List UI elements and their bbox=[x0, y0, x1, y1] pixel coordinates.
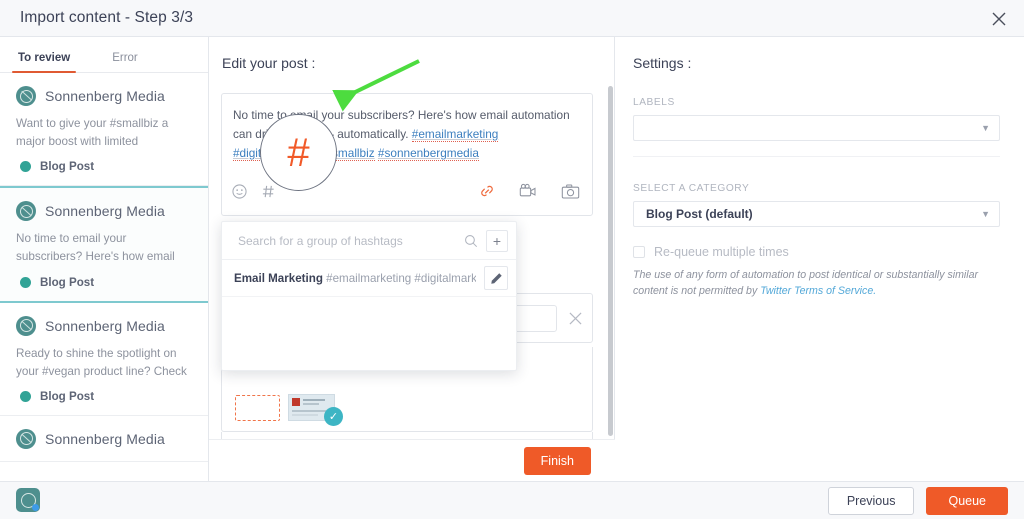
requeue-checkbox[interactable] bbox=[633, 246, 645, 258]
hashtag-group-name: Email Marketing bbox=[234, 271, 323, 285]
category-select[interactable]: Blog Post (default) ▼ bbox=[633, 201, 1000, 227]
settings-divider bbox=[633, 156, 1000, 157]
queue-button[interactable]: Queue bbox=[926, 486, 1008, 515]
remove-link-icon[interactable] bbox=[569, 312, 582, 325]
list-item[interactable]: Email Marketing #emailmarketing #digital… bbox=[222, 260, 516, 297]
list-item-snippet: Want to give your #smallbiz a major boos… bbox=[16, 117, 169, 149]
page-title: Import content - Step 3/3 bbox=[20, 9, 194, 26]
post-textarea[interactable]: No time to email your subscribers? Here'… bbox=[222, 94, 592, 167]
status-dot bbox=[20, 276, 31, 288]
hashtag-smallbiz: #smallbiz bbox=[325, 146, 375, 162]
tab-error[interactable]: Error bbox=[102, 52, 148, 72]
hashtag-search-input[interactable] bbox=[238, 233, 456, 248]
list-item-snippet: Ready to shine the spotlight on your #ve… bbox=[16, 346, 187, 378]
sidebar-tabs: To review Error bbox=[0, 37, 208, 73]
list-item[interactable]: Sonnenberg Media Want to give your #smal… bbox=[0, 73, 208, 187]
category-field-label: SELECT A CATEGORY bbox=[633, 183, 750, 194]
hashtag-group-text: Email Marketing #emailmarketing #digital… bbox=[234, 272, 476, 285]
editor-scrollbar[interactable] bbox=[608, 86, 613, 436]
emoji-icon[interactable] bbox=[232, 184, 247, 199]
hashtag-digitalmarketing: #digitalmarketing bbox=[233, 146, 323, 162]
previous-button[interactable]: Previous bbox=[827, 486, 915, 515]
hashtag-icon[interactable] bbox=[261, 184, 276, 199]
verified-badge bbox=[32, 504, 39, 511]
thumb-part bbox=[303, 399, 325, 401]
chevron-down-icon: ▼ bbox=[981, 209, 990, 219]
compose-box: No time to email your subscribers? Here'… bbox=[221, 93, 593, 217]
thumb-part bbox=[303, 403, 319, 405]
settings-title: Settings : bbox=[633, 55, 692, 71]
link-icon[interactable] bbox=[478, 182, 496, 200]
chevron-down-icon: ▼ bbox=[981, 123, 990, 133]
status-dot bbox=[20, 161, 31, 173]
avatar bbox=[16, 315, 36, 336]
list-item[interactable]: Sonnenberg Media No time to email your s… bbox=[0, 186, 208, 303]
list-item-snippet: No time to email your subscribers? Here'… bbox=[16, 232, 175, 264]
automation-disclaimer: The use of any form of automation to pos… bbox=[633, 268, 1000, 300]
dialog-titlebar: Import content - Step 3/3 bbox=[0, 0, 1024, 37]
import-content-dialog: Import content - Step 3/3 To review Erro… bbox=[0, 0, 1024, 519]
list-item-category: Blog Post bbox=[40, 160, 95, 174]
post-head: Sonnenberg Media bbox=[16, 201, 192, 222]
hashtag-emailmarketing: #emailmarketing bbox=[411, 127, 499, 143]
list-item-account: Sonnenberg Media bbox=[45, 317, 165, 334]
media-dropzone[interactable] bbox=[235, 395, 280, 421]
hashtag-group-tags: #emailmarketing #digitalmarketi... bbox=[326, 271, 476, 285]
hashtag-group-popup: + Email Marketing #emailmarketing #digit… bbox=[221, 221, 517, 371]
list-item-account: Sonnenberg Media bbox=[45, 203, 165, 220]
requeue-row: Re-queue multiple times bbox=[633, 245, 1000, 259]
editor-action-bar: Finish bbox=[209, 439, 615, 481]
list-item-account: Sonnenberg Media bbox=[45, 88, 165, 104]
pencil-icon[interactable] bbox=[484, 266, 508, 290]
requeue-label: Re-queue multiple times bbox=[654, 245, 789, 259]
list-item-category: Blog Post bbox=[40, 275, 95, 289]
thumb-part bbox=[292, 398, 300, 406]
list-item-meta: Blog Post bbox=[16, 276, 192, 289]
hashtag-search-row: + bbox=[222, 222, 516, 260]
dialog-footer: Previous Queue bbox=[0, 481, 1024, 519]
list-item-category: Blog Post bbox=[40, 389, 95, 403]
status-dot bbox=[20, 390, 31, 402]
list-item[interactable]: Sonnenberg Media bbox=[0, 415, 208, 462]
tab-to-review[interactable]: To review bbox=[8, 52, 80, 73]
labels-field-label: LABELS bbox=[633, 97, 675, 108]
avatar bbox=[16, 86, 36, 106]
thumb-part bbox=[292, 410, 326, 412]
compose-toolbar bbox=[222, 167, 592, 215]
category-select-value: Blog Post (default) bbox=[646, 207, 753, 221]
finish-button[interactable]: Finish bbox=[523, 446, 591, 475]
photo-camera-icon[interactable] bbox=[561, 183, 580, 200]
compose-toolbar-right bbox=[478, 182, 580, 200]
post-head: Sonnenberg Media bbox=[16, 315, 192, 336]
avatar bbox=[16, 201, 36, 222]
search-icon[interactable] bbox=[464, 234, 478, 248]
hashtag-sonnenbergmedia: #sonnenbergmedia bbox=[377, 146, 479, 162]
compose-toolbar-left bbox=[232, 184, 276, 199]
add-hashtag-group-button[interactable]: + bbox=[486, 229, 508, 252]
close-icon[interactable] bbox=[986, 6, 1012, 32]
list-item-meta: Blog Post bbox=[16, 390, 192, 403]
list-item[interactable]: Sonnenberg Media Ready to shine the spot… bbox=[0, 302, 208, 416]
list-item-meta: Blog Post bbox=[16, 160, 192, 173]
settings-panel: Settings : LABELS ▼ SELECT A CATEGORY Bl… bbox=[615, 37, 1024, 481]
editor-heading: Edit your post : bbox=[222, 55, 316, 71]
twitter-terms-link[interactable]: Twitter Terms of Service. bbox=[760, 285, 876, 297]
post-head: Sonnenberg Media bbox=[16, 428, 192, 449]
list-item-account: Sonnenberg Media bbox=[45, 430, 165, 447]
post-text-body: No time to email your subscribers? Here'… bbox=[233, 108, 570, 142]
labels-select[interactable]: ▼ bbox=[633, 115, 1000, 141]
check-icon: ✓ bbox=[324, 407, 343, 426]
thumb-part bbox=[292, 414, 318, 416]
video-camera-icon[interactable] bbox=[519, 183, 538, 200]
post-list: Sonnenberg Media Want to give your #smal… bbox=[0, 73, 208, 481]
avatar bbox=[16, 428, 36, 449]
post-sidebar: To review Error Sonnenberg Media Want to… bbox=[0, 37, 209, 481]
post-head: Sonnenberg Media bbox=[16, 86, 192, 106]
brand-avatar-icon[interactable] bbox=[16, 488, 40, 512]
